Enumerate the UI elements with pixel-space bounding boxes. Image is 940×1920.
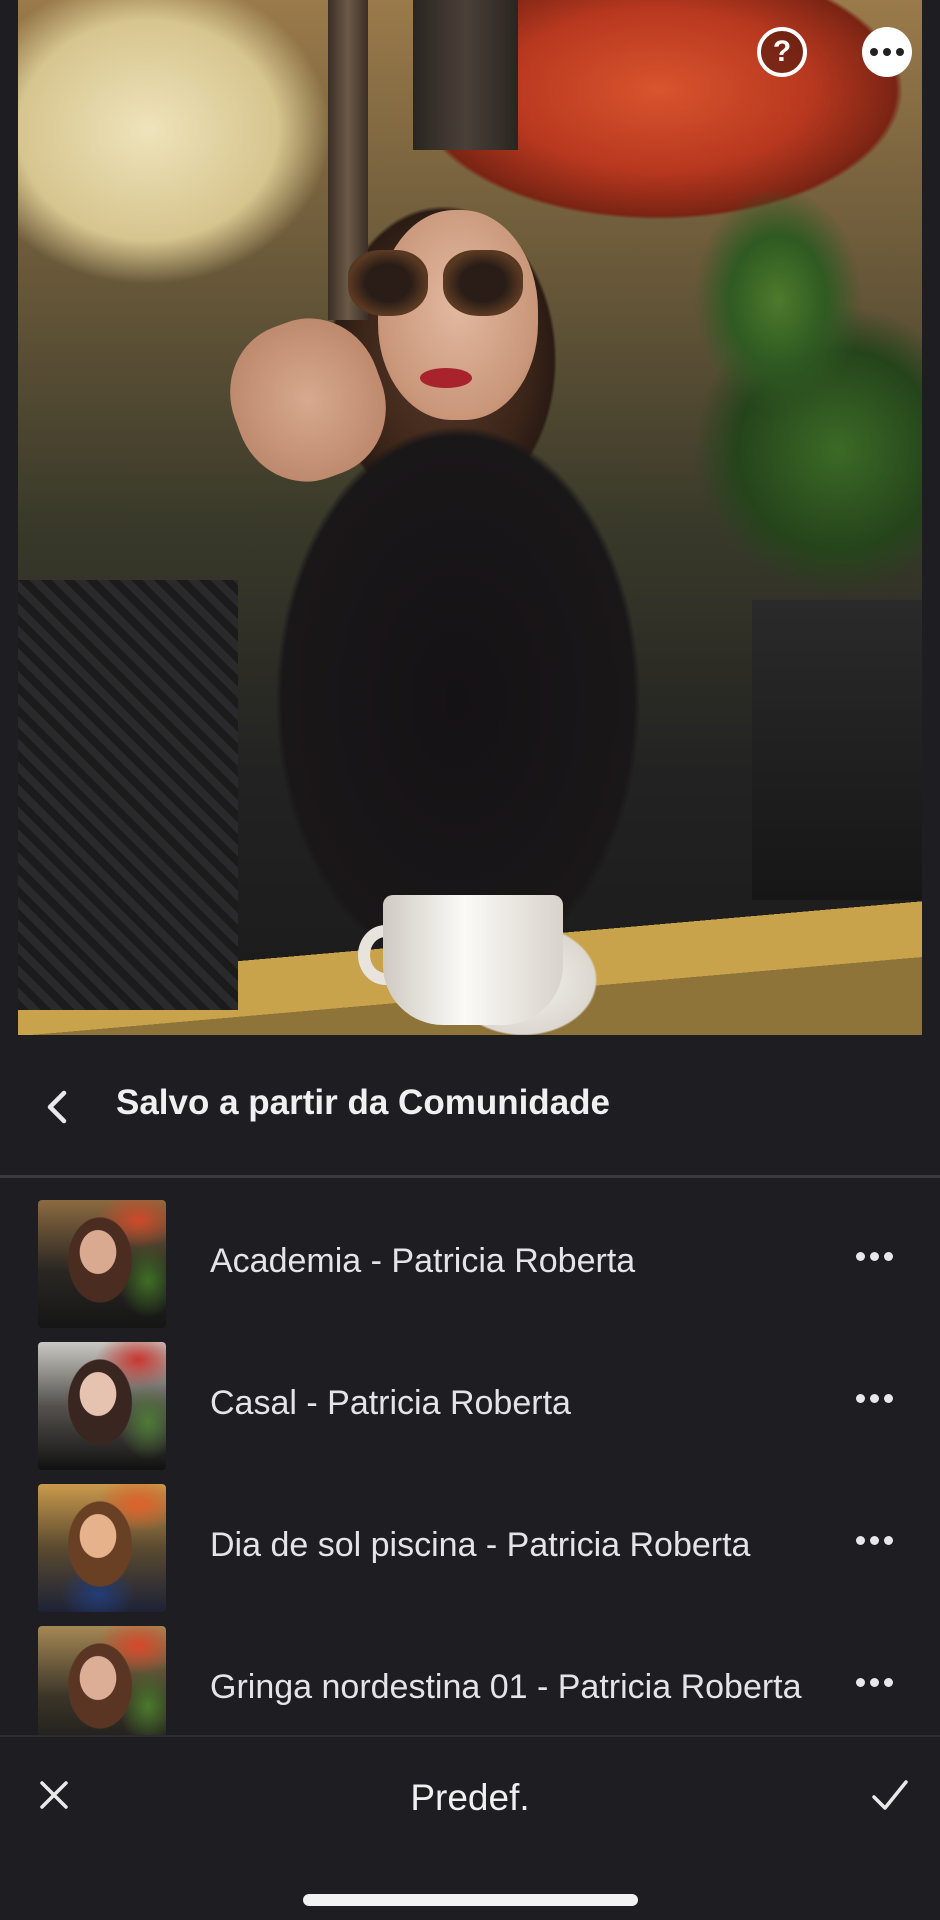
home-indicator[interactable] [303, 1894, 638, 1906]
help-button[interactable]: ? [757, 27, 807, 77]
panel-header: Salvo a partir da Comunidade [0, 1035, 940, 1175]
more-dots-icon[interactable] [856, 1248, 896, 1264]
question-mark-circle-icon: ? [772, 35, 792, 68]
panel-title: Salvo a partir da Comunidade [116, 1083, 610, 1122]
preset-item[interactable]: Academia - Patricia Roberta [0, 1178, 940, 1328]
confirm-button[interactable] [868, 1775, 912, 1815]
checkmark-icon [872, 1780, 908, 1810]
bottom-bar: Predef. [0, 1735, 940, 1920]
preset-item[interactable]: Gringa nordestina 01 - Patricia Roberta [0, 1604, 940, 1754]
preset-name: Gringa nordestina 01 - Patricia Roberta [210, 1668, 802, 1706]
preview-image [18, 0, 922, 1035]
preset-item[interactable]: Dia de sol piscina - Patricia Roberta [0, 1462, 940, 1612]
preset-item[interactable]: Casal - Patricia Roberta [0, 1320, 940, 1470]
more-dots-icon[interactable] [856, 1390, 896, 1406]
preset-name: Dia de sol piscina - Patricia Roberta [210, 1526, 751, 1564]
photo-preview: ? [0, 0, 940, 1035]
more-options-button[interactable] [862, 27, 912, 77]
preset-name: Casal - Patricia Roberta [210, 1384, 571, 1422]
more-dots-icon[interactable] [856, 1674, 896, 1690]
chevron-left-icon [47, 1090, 67, 1124]
preset-thumbnail [38, 1200, 166, 1328]
bottom-bar-title: Predef. [410, 1777, 530, 1818]
preset-list[interactable]: Academia - Patricia Roberta Casal - Patr… [0, 1178, 940, 1770]
preset-thumbnail [38, 1342, 166, 1470]
back-button[interactable] [38, 1087, 78, 1127]
more-dots-icon [870, 48, 904, 56]
preset-name: Academia - Patricia Roberta [210, 1242, 636, 1280]
preset-thumbnail [38, 1484, 166, 1612]
more-dots-icon[interactable] [856, 1532, 896, 1548]
